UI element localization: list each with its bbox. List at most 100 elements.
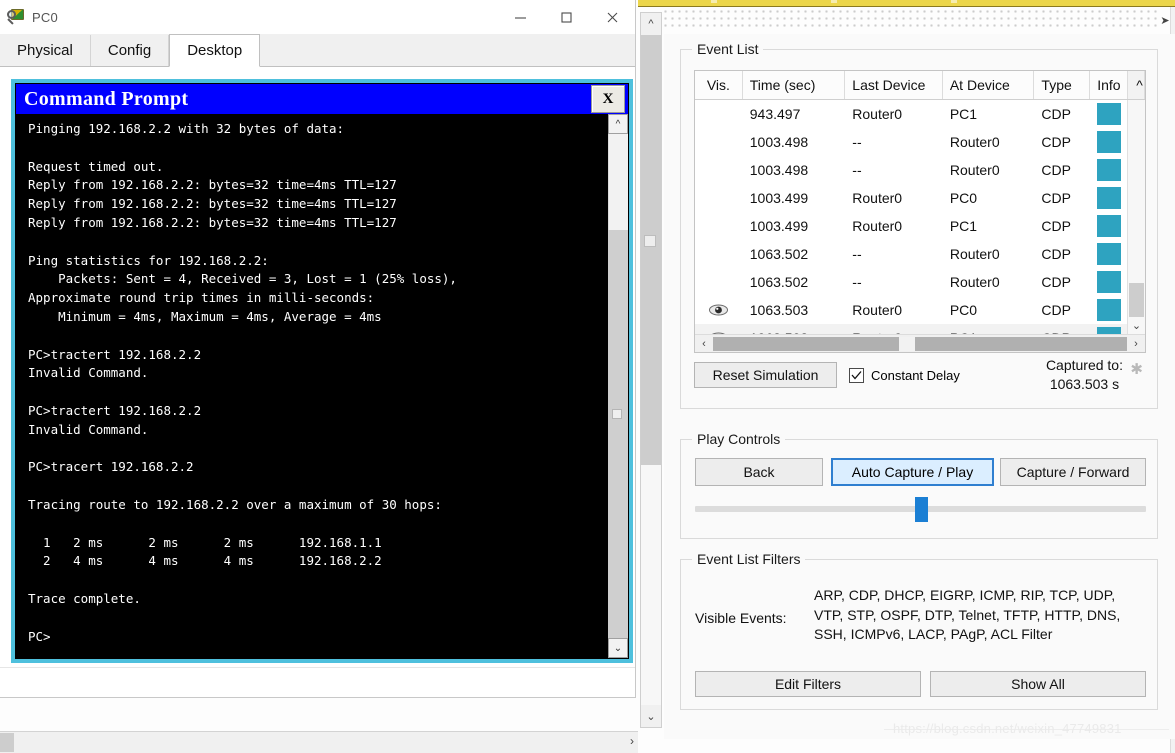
cell-vis	[695, 240, 743, 268]
play-speed-slider-handle[interactable]	[915, 497, 928, 522]
event-list-filters-group: Event List Filters Visible Events: ARP, …	[680, 559, 1158, 710]
captured-to-value: 1063.503 s	[1046, 375, 1123, 394]
table-row[interactable]: 1063.502--Router0CDP	[695, 268, 1127, 296]
checkbox-icon[interactable]	[849, 368, 864, 383]
outer-scroll-thumb[interactable]	[641, 35, 661, 465]
captured-to-readout: Captured to: 1063.503 s	[1046, 356, 1123, 394]
cell-vis	[695, 100, 743, 128]
cell-time: 1003.498	[743, 128, 846, 156]
outer-scroll-up-icon[interactable]: ^	[641, 13, 661, 35]
event-list-scroll-right-icon[interactable]: ›	[1127, 338, 1145, 350]
info-color-swatch[interactable]	[1097, 271, 1121, 293]
cell-at-device: PC1	[943, 324, 1035, 334]
terminal-output: Pinging 192.168.2.2 with 32 bytes of dat…	[16, 114, 607, 658]
cell-last-device: Router0	[845, 184, 943, 212]
event-list-scroll-thumb[interactable]	[1129, 283, 1144, 317]
event-list-horizontal-scrollbar[interactable]: ‹ ›	[695, 334, 1145, 352]
maximize-icon[interactable]	[543, 0, 589, 34]
outer-scroll-grip[interactable]	[644, 235, 656, 247]
auto-capture-play-button[interactable]: Auto Capture / Play	[831, 458, 994, 486]
minimize-icon[interactable]	[497, 0, 543, 34]
info-color-swatch[interactable]	[1097, 159, 1121, 181]
cell-last-device: --	[845, 156, 943, 184]
cell-at-device: Router0	[943, 156, 1035, 184]
info-color-swatch[interactable]	[1097, 187, 1121, 209]
edit-filters-button[interactable]: Edit Filters	[695, 671, 921, 697]
cell-info	[1090, 100, 1127, 128]
table-row[interactable]: 1003.498--Router0CDP	[695, 128, 1127, 156]
terminal-scroll-thumb[interactable]	[608, 134, 628, 230]
event-list-scroll-up-icon[interactable]: ^	[1127, 71, 1145, 99]
cell-time: 1063.502	[743, 240, 846, 268]
table-row[interactable]: 1003.499Router0PC0CDP	[695, 184, 1127, 212]
cell-type: CDP	[1034, 240, 1090, 268]
cell-at-device: PC1	[943, 212, 1035, 240]
command-prompt-titlebar: Command Prompt X	[16, 84, 628, 114]
info-color-swatch[interactable]	[1097, 327, 1121, 334]
outer-scroll-down-icon[interactable]: ⌄	[641, 705, 661, 727]
column-header-at-device[interactable]: At Device	[943, 71, 1035, 99]
event-list-hscroll-thumb[interactable]	[899, 337, 915, 351]
play-speed-slider[interactable]	[695, 506, 1146, 512]
column-header-type[interactable]: Type	[1034, 71, 1090, 99]
back-button[interactable]: Back	[695, 458, 823, 486]
info-color-swatch[interactable]	[1097, 299, 1121, 321]
info-color-swatch[interactable]	[1097, 103, 1121, 125]
table-row[interactable]: 943.497Router0PC1CDP	[695, 100, 1127, 128]
tab-strip: Physical Config Desktop	[0, 34, 635, 67]
event-list-filters-group-title: Event List Filters	[692, 551, 805, 567]
command-prompt-window: Command Prompt X Pinging 192.168.2.2 wit…	[11, 79, 633, 663]
table-row[interactable]: 1063.502--Router0CDP	[695, 240, 1127, 268]
outer-vertical-scrollbar[interactable]: ^ ⌄	[640, 12, 662, 728]
reset-simulation-button[interactable]: Reset Simulation	[694, 362, 837, 388]
cell-vis	[695, 212, 743, 240]
scroll-down-icon[interactable]: ⌄	[608, 638, 628, 658]
cell-time: 943.497	[743, 100, 846, 128]
scroll-up-icon[interactable]: ^	[608, 114, 628, 134]
cell-at-device: Router0	[943, 240, 1035, 268]
hscroll-thumb[interactable]	[0, 733, 14, 752]
event-list-scroll-down-icon[interactable]: ⌄	[1128, 316, 1145, 334]
terminal-scroll-grip[interactable]	[612, 409, 622, 419]
tab-desktop[interactable]: Desktop	[169, 34, 260, 67]
table-row[interactable]: 1063.503Router0PC1CDP	[695, 324, 1127, 334]
info-color-swatch[interactable]	[1097, 243, 1121, 265]
info-color-swatch[interactable]	[1097, 131, 1121, 153]
table-row[interactable]: 1003.498--Router0CDP	[695, 156, 1127, 184]
capture-forward-button[interactable]: Capture / Forward	[1000, 458, 1146, 486]
cell-type: CDP	[1034, 268, 1090, 296]
cell-time: 1063.503	[743, 296, 846, 324]
terminal-scrollbar[interactable]: ^ ⌄	[607, 114, 628, 658]
close-icon[interactable]	[589, 0, 635, 34]
column-header-time[interactable]: Time (sec)	[743, 71, 846, 99]
outer-scroll-track[interactable]	[641, 35, 661, 705]
cell-time: 1063.502	[743, 268, 846, 296]
cell-time: 1003.499	[743, 212, 846, 240]
tab-config[interactable]: Config	[91, 35, 169, 66]
panel-drag-handle[interactable]	[664, 10, 1158, 30]
show-all-button[interactable]: Show All	[930, 671, 1146, 697]
column-header-vis[interactable]: Vis.	[695, 71, 743, 99]
table-row[interactable]: 1063.503Router0PC0CDP	[695, 296, 1127, 324]
eye-icon	[695, 324, 743, 334]
info-color-swatch[interactable]	[1097, 215, 1121, 237]
hscroll-right-icon[interactable]: ›	[630, 734, 634, 748]
command-prompt-close-icon[interactable]: X	[591, 85, 625, 113]
cell-type: CDP	[1034, 296, 1090, 324]
event-list-group-title: Event List	[692, 41, 763, 57]
event-list-hscroll-track[interactable]	[713, 337, 1127, 351]
cell-type: CDP	[1034, 212, 1090, 240]
tab-physical[interactable]: Physical	[0, 35, 91, 66]
play-controls-group-title: Play Controls	[692, 431, 785, 447]
table-row[interactable]: 1003.499Router0PC1CDP	[695, 212, 1127, 240]
column-header-info[interactable]: Info	[1090, 71, 1127, 99]
event-list-scroll-left-icon[interactable]: ‹	[695, 338, 713, 350]
constant-delay-checkbox[interactable]: Constant Delay	[849, 362, 960, 388]
column-header-last-device[interactable]: Last Device	[845, 71, 943, 99]
event-list-vertical-scrollbar[interactable]: ⌄	[1127, 100, 1145, 334]
event-list-header: Vis. Time (sec) Last Device At Device Ty…	[695, 71, 1145, 100]
left-pane-horizontal-scrollbar[interactable]: ›	[0, 731, 638, 753]
event-list-table[interactable]: Vis. Time (sec) Last Device At Device Ty…	[694, 70, 1146, 353]
terminal-scroll-track[interactable]	[608, 134, 628, 638]
cell-info	[1090, 184, 1127, 212]
